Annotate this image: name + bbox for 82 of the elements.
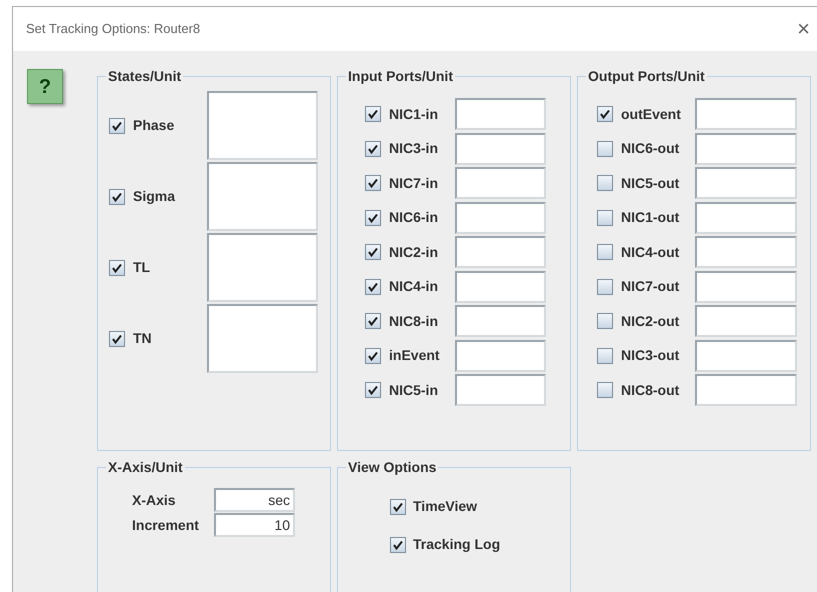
window-title: Set Tracking Options: Router8: [26, 20, 200, 38]
port-label: NIC7-in: [389, 174, 439, 192]
input-field[interactable]: [207, 162, 318, 231]
checkbox[interactable]: [365, 278, 381, 294]
input-field[interactable]: [455, 202, 546, 234]
input-field[interactable]: [207, 91, 318, 160]
port-label: NIC1-in: [389, 104, 439, 124]
checkbox[interactable]: [109, 330, 125, 346]
port-label: NIC5-out: [621, 174, 680, 192]
port-label: NIC2-in: [389, 242, 439, 262]
input-field[interactable]: [455, 132, 546, 164]
checkbox[interactable]: [365, 382, 381, 398]
group-title: X-Axis/Unit: [107, 459, 184, 475]
checkbox[interactable]: [390, 498, 406, 514]
port-label: NIC2-out: [621, 312, 680, 330]
checkbox[interactable]: [597, 175, 613, 191]
input-field[interactable]: [695, 340, 797, 372]
input-field[interactable]: sec: [214, 488, 295, 512]
port-label: NIC6-in: [389, 208, 439, 227]
checkbox[interactable]: [109, 188, 125, 204]
checkbox[interactable]: [365, 244, 381, 260]
option-label: Tracking Log: [413, 535, 500, 554]
close-button[interactable]: ×: [795, 18, 812, 40]
input-field[interactable]: [695, 374, 797, 406]
checkbox[interactable]: [365, 210, 381, 226]
field-label: Increment: [132, 516, 200, 534]
input-field[interactable]: [455, 305, 546, 337]
help-button[interactable]: ?: [27, 69, 63, 104]
port-label: NIC4-out: [621, 242, 680, 262]
group-title: States/Unit: [107, 68, 182, 84]
input-field[interactable]: [207, 233, 318, 302]
checkbox[interactable]: [390, 536, 406, 552]
port-label: NIC3-out: [621, 346, 680, 365]
input-field[interactable]: [695, 236, 797, 268]
group-title: Input Ports/Unit: [347, 68, 454, 84]
checkbox[interactable]: [365, 106, 381, 122]
state-label: Phase: [133, 116, 176, 135]
state-label: Sigma: [133, 187, 176, 206]
checkbox[interactable]: [109, 260, 125, 276]
port-label: NIC5-in: [389, 380, 439, 400]
checkbox[interactable]: [597, 313, 613, 329]
checkbox[interactable]: [365, 140, 381, 156]
group-title: View Options: [347, 459, 438, 475]
input-field[interactable]: [695, 98, 797, 130]
checkbox[interactable]: [597, 348, 613, 364]
checkbox[interactable]: [597, 278, 613, 294]
port-label: NIC8-out: [621, 380, 680, 400]
group-title: Output Ports/Unit: [587, 68, 706, 84]
input-field[interactable]: [455, 167, 546, 199]
checkbox[interactable]: [597, 244, 613, 260]
port-label: NIC4-in: [389, 277, 439, 296]
input-field[interactable]: [455, 236, 546, 268]
port-label: NIC3-in: [389, 139, 439, 158]
state-label: TL: [133, 258, 152, 277]
input-field[interactable]: [455, 340, 546, 372]
input-field[interactable]: [695, 132, 797, 164]
field-label: X-Axis: [132, 490, 177, 510]
port-label: NIC8-in: [389, 312, 439, 330]
checkbox[interactable]: [597, 382, 613, 398]
input-field[interactable]: [455, 98, 546, 130]
checkbox[interactable]: [597, 106, 613, 122]
port-label: inEvent: [389, 346, 441, 365]
input-field[interactable]: 10: [214, 513, 295, 537]
input-field[interactable]: [695, 202, 797, 234]
input-field[interactable]: [695, 167, 797, 199]
input-field[interactable]: [207, 304, 318, 373]
checkbox[interactable]: [365, 175, 381, 191]
option-label: TimeView: [413, 497, 478, 516]
port-label: outEvent: [621, 104, 682, 124]
input-field[interactable]: [455, 270, 546, 302]
checkbox[interactable]: [597, 210, 613, 226]
port-label: NIC1-out: [621, 208, 680, 227]
input-field[interactable]: [455, 374, 546, 406]
port-label: NIC6-out: [621, 139, 680, 158]
input-field[interactable]: [695, 270, 797, 302]
checkbox[interactable]: [365, 348, 381, 364]
state-label: TN: [133, 329, 153, 348]
input-field[interactable]: [695, 305, 797, 337]
port-label: NIC7-out: [621, 277, 680, 296]
checkbox[interactable]: [109, 118, 125, 134]
checkbox[interactable]: [365, 313, 381, 329]
checkbox[interactable]: [597, 140, 613, 156]
